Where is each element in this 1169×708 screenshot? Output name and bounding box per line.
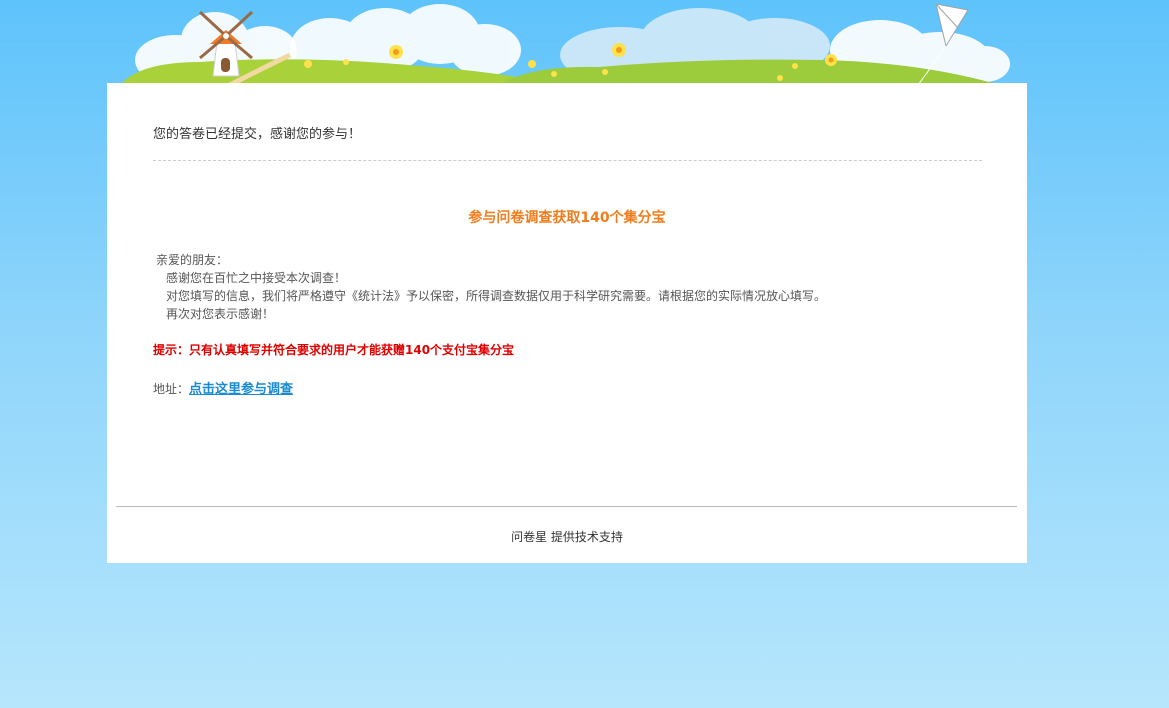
dashed-divider bbox=[153, 160, 982, 161]
tip-message: 提示：只有认真填写并符合要求的用户才能获赠140个支付宝集分宝 bbox=[153, 343, 515, 357]
intro-line: 对您填写的信息，我们将严格遵守《统计法》予以保密，所得调查数据仅用于科学研究需要… bbox=[166, 289, 827, 303]
greeting-line: 亲爱的朋友： bbox=[156, 253, 229, 267]
intro-line: 感谢您在百忙之中接受本次调查！ bbox=[166, 271, 347, 285]
survey-heading: 参与问卷调查获取140个集分宝 bbox=[468, 210, 666, 226]
content-card: 您的答卷已经提交，感谢您的参与！ 参与问卷调查获取140个集分宝 亲爱的朋友： … bbox=[107, 83, 1027, 563]
header-illustration bbox=[120, 3, 1010, 88]
intro-line: 再次对您表示感谢！ bbox=[166, 307, 275, 321]
survey-intro: 亲爱的朋友： 感谢您在百忙之中接受本次调查！ 对您填写的信息，我们将严格遵守《统… bbox=[156, 251, 826, 323]
header-scene bbox=[0, 0, 1169, 90]
submission-message: 您的答卷已经提交，感谢您的参与！ bbox=[153, 127, 362, 142]
footer-divider bbox=[116, 506, 1017, 507]
address-label: 地址： bbox=[153, 382, 190, 396]
survey-link[interactable]: 点击这里参与调查 bbox=[189, 382, 293, 397]
address-line: 地址：点击这里参与调查 bbox=[153, 378, 293, 397]
footer-credit: 问卷星 提供技术支持 bbox=[511, 530, 623, 544]
